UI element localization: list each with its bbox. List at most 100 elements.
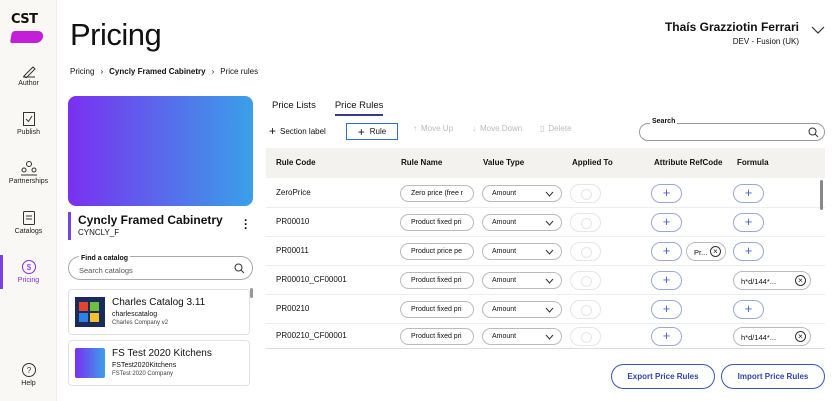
tab-price-rules[interactable]: Price Rules	[334, 100, 384, 116]
add-attribute-button[interactable]: +	[651, 300, 682, 319]
cst-logo[interactable]: CST	[9, 12, 45, 44]
column-header-formula: Formula	[737, 158, 769, 167]
add-attribute-button[interactable]: +	[651, 184, 682, 203]
catalog-card[interactable]: Charles Catalog 3.11 charlescatalog Char…	[68, 289, 250, 335]
value-type-select[interactable]: Amount	[482, 185, 562, 202]
nav-item-publish[interactable]: Publish	[0, 111, 57, 136]
value-type-select[interactable]: Amount	[482, 272, 562, 289]
chevron-down-icon	[545, 278, 554, 284]
value-type-value: Amount	[492, 277, 517, 284]
chevron-down-icon[interactable]	[811, 26, 825, 34]
catalogs-icon	[22, 211, 35, 225]
add-formula-button[interactable]: +	[733, 184, 764, 203]
value-type-select[interactable]: Amount	[482, 243, 562, 260]
chevron-down-icon	[545, 249, 554, 255]
chevron-down-icon	[545, 191, 554, 197]
attribute-chip[interactable]: Pr... ×	[686, 242, 726, 261]
applied-to-toggle[interactable]	[570, 242, 601, 261]
export-price-rules-button[interactable]: Export Price Rules	[611, 364, 715, 389]
nav-item-partnerships[interactable]: Partnerships	[0, 160, 57, 185]
rules-search-input[interactable]: Search	[639, 118, 825, 141]
pen-icon	[22, 66, 36, 78]
rule-name-input[interactable]: Product fixed pri	[400, 272, 474, 289]
move-up-label: Move Up	[421, 124, 454, 133]
add-attribute-button[interactable]: +	[651, 213, 682, 232]
formula-chip[interactable]: h*d/144*... ×	[733, 271, 811, 290]
search-icon[interactable]	[234, 263, 245, 274]
catalog-card-title: FS Test 2020 Kitchens	[112, 348, 212, 359]
applied-to-toggle[interactable]	[570, 300, 601, 319]
rule-code: PR00010_CF00001	[276, 275, 347, 284]
applied-to-toggle[interactable]	[570, 213, 601, 232]
add-formula-button[interactable]: +	[733, 213, 764, 232]
nav-item-help[interactable]: ? Help	[0, 362, 57, 387]
import-price-rules-button[interactable]: Import Price Rules	[721, 364, 825, 389]
add-formula-button[interactable]: +	[733, 242, 764, 261]
table-row: PR00010_CF00001 Product fixed pri Amount…	[266, 266, 825, 295]
catalog-thumbnail-icon	[75, 297, 105, 327]
add-attribute-button[interactable]: +	[651, 242, 682, 261]
rule-name-input[interactable]: Product fixed pri	[400, 328, 474, 345]
chevron-down-icon	[545, 334, 554, 340]
column-header-rule-code: Rule Code	[276, 158, 316, 167]
formula-chip[interactable]: h*d/144*... ×	[733, 327, 811, 346]
user-name: Thaís Grazziotin Ferrari	[664, 20, 799, 34]
more-options-icon[interactable]: · · ·	[244, 214, 248, 234]
move-down-label: Move Down	[480, 124, 523, 133]
rule-name-input[interactable]: Product fixed pri	[400, 214, 474, 231]
svg-text:$: $	[26, 263, 31, 272]
rule-name-input[interactable]: Product fixed pri	[400, 301, 474, 318]
applied-to-toggle[interactable]	[570, 271, 601, 290]
breadcrumb-catalog[interactable]: Cyncly Framed Cabinetry	[109, 67, 205, 76]
breadcrumb-pricing[interactable]: Pricing	[70, 67, 94, 76]
catalog-list-scrollbar[interactable]	[250, 288, 253, 298]
close-icon[interactable]: ×	[795, 331, 806, 342]
rule-name-input[interactable]: Product price pe	[400, 243, 474, 260]
move-down-button[interactable]: ↓ Move Down	[472, 124, 522, 133]
close-icon[interactable]: ×	[795, 275, 806, 286]
catalog-card-code: FSTest2020Kitchens	[112, 362, 177, 369]
help-icon: ?	[21, 363, 36, 377]
delete-button[interactable]: ▯ Delete	[540, 124, 572, 133]
add-rule-button[interactable]: + Rule	[346, 123, 398, 140]
side-nav: CST Author Publish Partnerships Catalogs…	[0, 0, 57, 401]
catalog-accent-bar	[68, 212, 71, 240]
catalog-card[interactable]: FS Test 2020 Kitchens FSTest2020Kitchens…	[68, 340, 250, 386]
nav-item-author[interactable]: Author	[0, 64, 57, 87]
add-attribute-button[interactable]: +	[651, 271, 682, 290]
value-type-select[interactable]: Amount	[482, 214, 562, 231]
nav-item-pricing[interactable]: $ Pricing	[0, 259, 57, 284]
nav-label: Help	[21, 380, 36, 387]
catalog-search-label: Find a catalog	[79, 255, 131, 262]
catalog-search-input[interactable]: Find a catalog Search catalogs	[68, 255, 253, 280]
arrow-up-icon: ↑	[413, 124, 417, 133]
breadcrumb: Pricing › Cyncly Framed Cabinetry › Pric…	[70, 67, 258, 76]
nav-item-catalogs[interactable]: Catalogs	[0, 210, 57, 235]
section-label-button[interactable]: + Section label	[269, 124, 326, 138]
rule-code: PR00210_CF00001	[276, 331, 347, 340]
add-attribute-button[interactable]: +	[651, 327, 682, 346]
table-scrollbar[interactable]	[820, 180, 823, 210]
rule-code: PR00010	[276, 217, 310, 226]
user-org: DEV - Fusion (UK)	[732, 37, 799, 46]
tab-price-lists[interactable]: Price Lists	[272, 100, 316, 116]
move-up-button[interactable]: ↑ Move Up	[413, 124, 453, 133]
search-icon[interactable]	[808, 127, 819, 138]
applied-to-toggle[interactable]	[570, 184, 601, 203]
add-formula-button[interactable]: +	[733, 300, 764, 319]
catalog-card-company: Charles Company v2	[112, 320, 169, 326]
value-type-select[interactable]: Amount	[482, 301, 562, 318]
column-header-attribute-refcode: Attribute RefCode	[654, 158, 723, 167]
value-type-select[interactable]: Amount	[482, 328, 562, 345]
close-icon[interactable]: ×	[710, 246, 721, 257]
catalog-search-placeholder: Search catalogs	[79, 266, 133, 275]
rule-code: ZeroPrice	[276, 188, 311, 197]
rule-name-input[interactable]: Zero price (free r	[400, 185, 474, 202]
applied-to-icon	[581, 247, 592, 258]
section-label-text: Section label	[280, 126, 326, 136]
applied-to-toggle[interactable]	[570, 327, 601, 346]
trash-icon: ▯	[540, 124, 545, 133]
user-menu[interactable]: Thaís Grazziotin Ferrari DEV - Fusion (U…	[665, 20, 799, 46]
table-footer-divider	[266, 348, 825, 349]
nav-label: Author	[18, 80, 39, 87]
